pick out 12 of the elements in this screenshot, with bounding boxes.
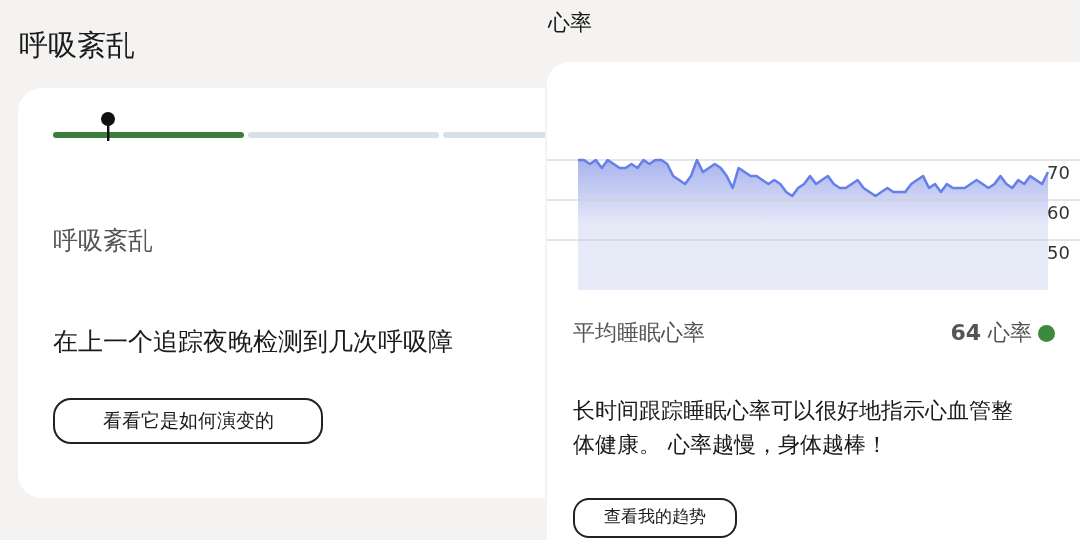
axis-tick-label: 60 <box>1047 202 1071 224</box>
section-title: 呼吸紊乱 <box>19 27 135 64</box>
description-text: 长时间跟踪睡眠心率可以很好地指示心血管整体健康。 心率越慢，身体越棒！ <box>573 397 1014 459</box>
metric-label: 平均睡眠心率 <box>573 319 705 347</box>
metric-value: 64 心率 <box>950 319 1032 347</box>
metric-label: 呼吸紊乱 <box>53 225 153 257</box>
evolution-button[interactable]: 看看它是如何演变的 <box>53 398 323 444</box>
description-text: 在上一个追踪夜晚检测到几次呼吸障 <box>53 326 453 358</box>
trend-button[interactable]: 查看我的趋势 <box>573 498 737 538</box>
axis-tick-label: 50 <box>1047 242 1071 264</box>
section-title: 心率 <box>548 9 592 37</box>
axis-tick-label: 70 <box>1047 162 1071 184</box>
